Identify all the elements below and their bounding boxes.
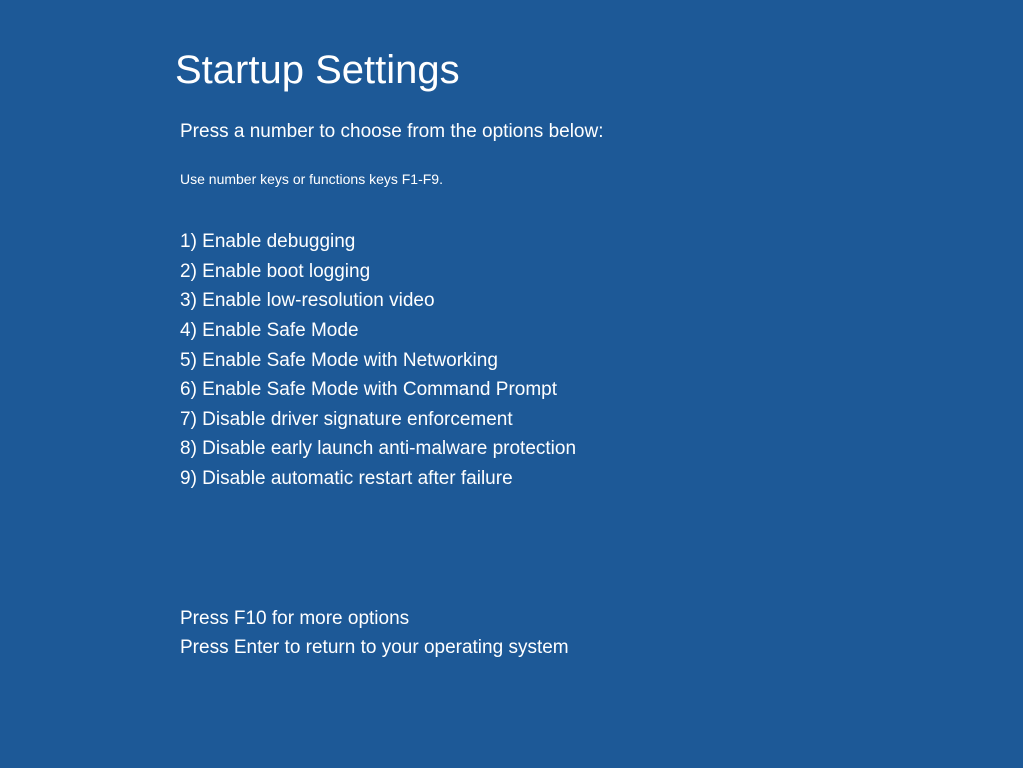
option-disable-early-launch-anti-malware[interactable]: 8) Disable early launch anti-malware pro… <box>180 434 1023 464</box>
option-enable-low-resolution-video[interactable]: 3) Enable low-resolution video <box>180 286 1023 316</box>
option-enable-debugging[interactable]: 1) Enable debugging <box>180 227 1023 257</box>
option-disable-driver-signature-enforcement[interactable]: 7) Disable driver signature enforcement <box>180 405 1023 435</box>
option-disable-automatic-restart[interactable]: 9) Disable automatic restart after failu… <box>180 464 1023 494</box>
more-options-hint: Press F10 for more options <box>180 604 1023 634</box>
page-title: Startup Settings <box>175 48 1023 93</box>
footer-instructions: Press F10 for more options Press Enter t… <box>180 604 1023 663</box>
hint-text: Use number keys or functions keys F1-F9. <box>180 171 1023 187</box>
instruction-text: Press a number to choose from the option… <box>180 121 1023 143</box>
options-list: 1) Enable debugging 2) Enable boot loggi… <box>180 227 1023 494</box>
option-enable-safe-mode[interactable]: 4) Enable Safe Mode <box>180 316 1023 346</box>
option-enable-safe-mode-networking[interactable]: 5) Enable Safe Mode with Networking <box>180 346 1023 376</box>
option-enable-boot-logging[interactable]: 2) Enable boot logging <box>180 257 1023 287</box>
option-enable-safe-mode-command-prompt[interactable]: 6) Enable Safe Mode with Command Prompt <box>180 375 1023 405</box>
return-hint: Press Enter to return to your operating … <box>180 633 1023 663</box>
startup-settings-screen: Startup Settings Press a number to choos… <box>0 0 1023 663</box>
